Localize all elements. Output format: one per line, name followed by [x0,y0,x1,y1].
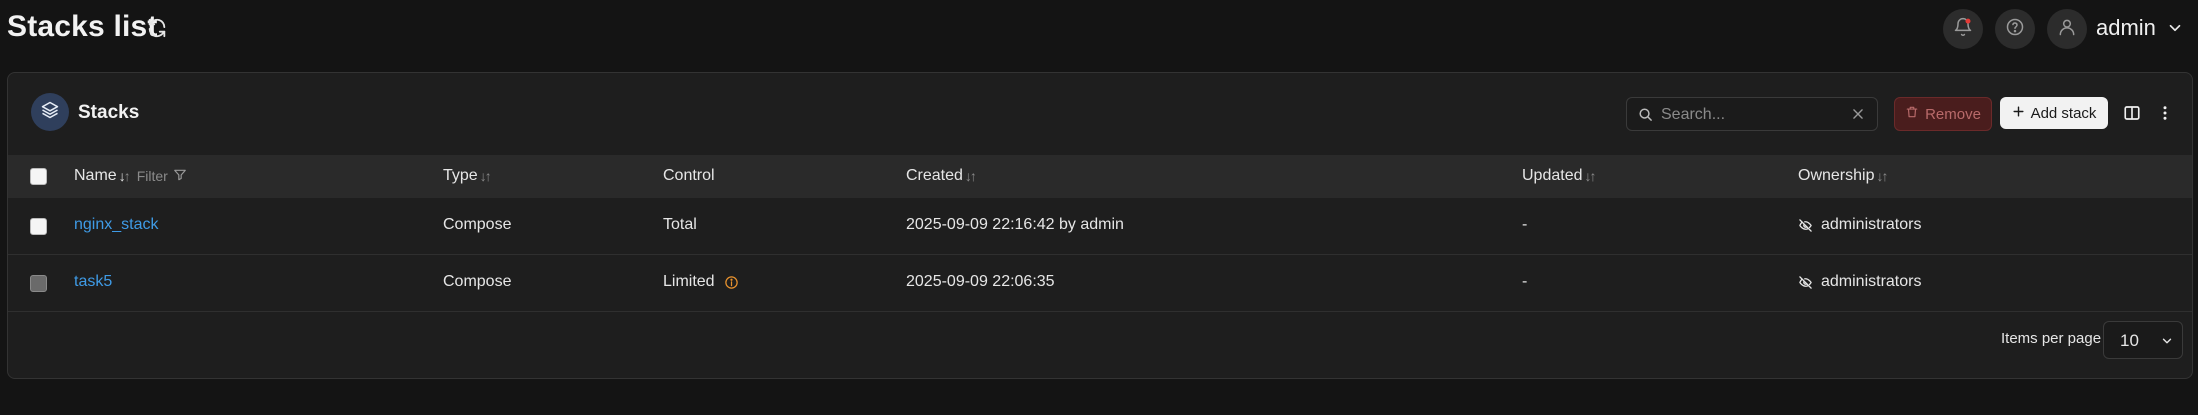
layers-icon [40,100,60,125]
columns-icon[interactable] [2123,104,2141,127]
panel-title: Stacks [78,102,140,123]
stack-control: Total [663,216,697,233]
table-header: Name ↓↑ Filter Type ↓↑ Control Created ↓… [8,155,2192,198]
help-icon [2005,17,2025,42]
stack-type: Compose [443,273,512,290]
stack-created: 2025-09-09 22:16:42 by admin [906,216,1124,233]
filter-label: Filter [136,168,168,184]
stack-name-link[interactable]: task5 [74,273,112,291]
stack-name-link[interactable]: nginx_stack [74,216,159,234]
stack-ownership: administrators [1798,273,1921,291]
ownership-label: administrators [1821,216,1922,233]
row-checkbox[interactable] [30,218,47,235]
column-type[interactable]: Type ↓↑ [443,167,492,185]
stack-control: Limited [663,273,739,291]
add-stack-button[interactable]: Add stack [2000,97,2108,129]
eye-off-icon [1798,275,1813,290]
stack-updated: - [1522,216,1528,233]
eye-off-icon [1798,218,1813,233]
remove-button[interactable]: Remove [1894,97,1992,131]
remove-label: Remove [1925,105,1981,123]
plus-icon [2012,105,2025,122]
stack-updated: - [1522,273,1528,290]
items-per-page-label: Items per page [2001,330,2102,347]
help-button[interactable] [1995,9,2035,49]
stacks-panel: Stacks Remove Add stack [7,72,2193,379]
user-avatar[interactable] [2047,9,2087,49]
chevron-down-icon[interactable] [2166,19,2184,37]
user-icon [2057,17,2077,42]
sort-icon[interactable]: ↓↑ [965,168,977,184]
items-per-page-value: 10 [2120,331,2139,350]
control-label: Limited [663,273,715,290]
notifications-button[interactable] [1943,9,1983,49]
search-icon [1638,107,1653,127]
stack-ownership: administrators [1798,216,1921,234]
column-created[interactable]: Created ↓↑ [906,167,977,185]
sort-icon[interactable]: ↓↑ [480,168,492,184]
add-stack-label: Add stack [2030,104,2097,122]
column-control: Control [663,167,715,185]
clear-search-icon[interactable] [1851,107,1865,126]
column-control-label: Control [663,167,715,184]
page-title: Stacks list [7,10,158,43]
search-input[interactable] [1659,103,1843,127]
name-filter[interactable]: Filter [137,168,187,185]
user-name[interactable]: admin [2096,15,2156,41]
column-ownership[interactable]: Ownership ↓↑ [1798,167,1888,185]
column-created-label: Created [906,167,963,184]
page-header: Stacks list admin [0,0,2198,58]
table-row[interactable]: nginx_stack Compose Total 2025-09-09 22:… [8,198,2192,255]
refresh-icon[interactable] [146,17,168,39]
column-updated-label: Updated [1522,167,1583,184]
column-type-label: Type [443,167,478,184]
column-ownership-label: Ownership [1798,167,1875,184]
search-box [1626,97,1878,131]
ownership-label: administrators [1821,273,1922,290]
table-row[interactable]: task5 Compose Limited 2025-09-09 22:06:3… [8,255,2192,312]
items-per-page-select[interactable]: 10 [2103,321,2183,359]
sort-icon[interactable]: ↓↑ [1876,168,1888,184]
chevron-down-icon [2162,338,2172,344]
panel-header: Stacks Remove Add stack [8,73,2192,155]
column-updated[interactable]: Updated ↓↑ [1522,167,1597,185]
info-icon[interactable] [724,275,739,290]
sort-icon[interactable]: ↓↑ [1585,168,1597,184]
bell-icon [1953,17,1973,42]
stacks-badge [31,93,69,131]
column-name-label: Name [74,167,117,184]
filter-icon [173,168,187,185]
trash-icon [1905,105,1919,123]
column-name[interactable]: Name ↓↑ Filter [74,167,187,185]
stack-type: Compose [443,216,512,233]
sort-icon[interactable]: ↓↑ [119,168,131,184]
stack-created: 2025-09-09 22:06:35 [906,273,1055,290]
select-all-checkbox[interactable] [30,168,47,185]
more-options-icon[interactable] [2156,104,2174,127]
row-checkbox[interactable] [30,275,47,292]
